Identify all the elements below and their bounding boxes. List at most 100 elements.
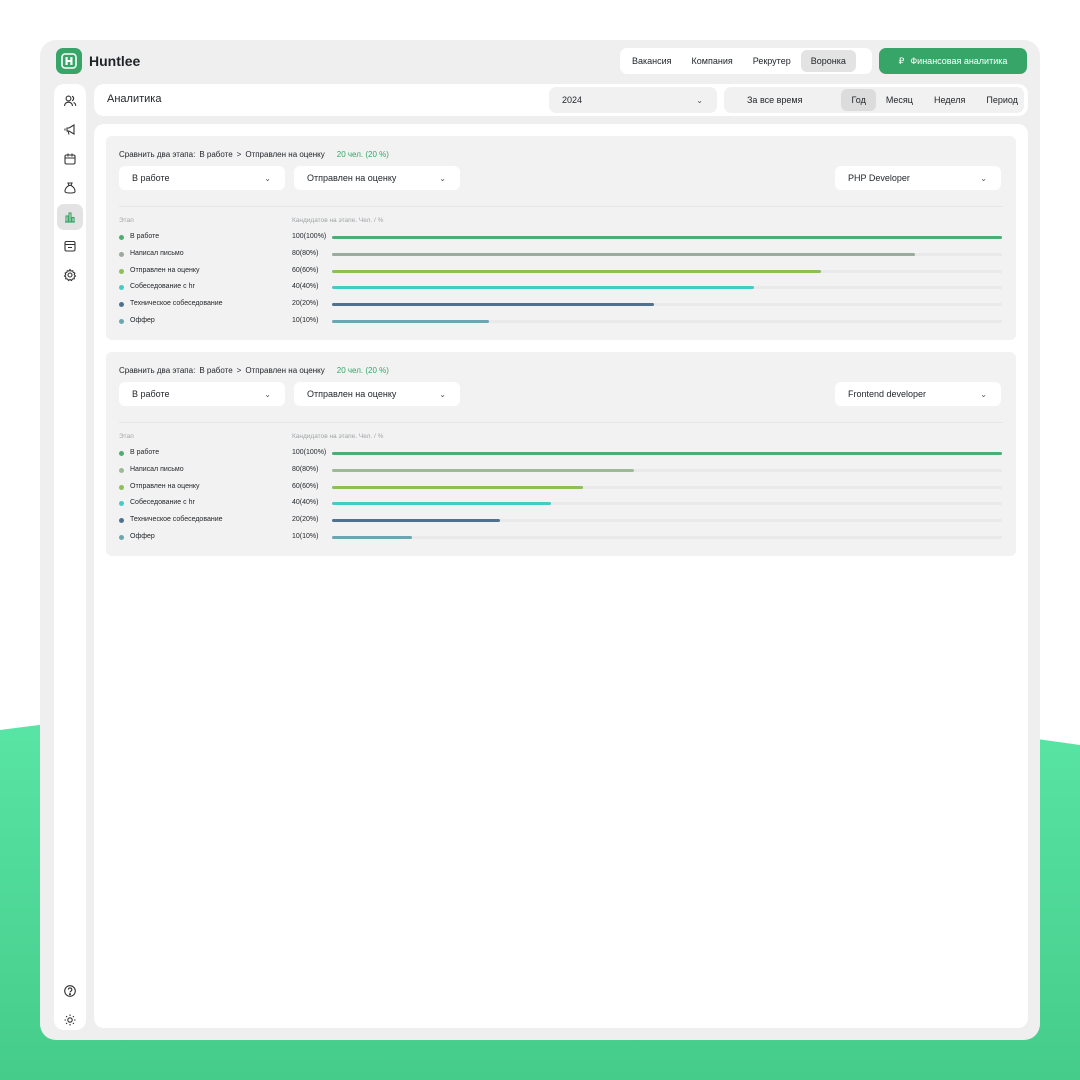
stage-bar-fill — [332, 269, 822, 273]
logo-mark-icon — [56, 48, 82, 74]
period-month[interactable]: Месяц — [876, 89, 923, 111]
year-select[interactable]: 2024 ⌄ — [549, 87, 717, 113]
column-header-count: Кандидатов на этапе. Чел. / % — [292, 433, 384, 440]
app-window: Huntlee Вакансия Компания Рекрутер Ворон… — [40, 40, 1040, 1040]
stage-value: 10(10%) — [292, 533, 319, 540]
nav-funnel[interactable]: Воронка — [800, 50, 856, 72]
stage-dot — [119, 451, 124, 456]
stage-dot — [119, 268, 124, 274]
stage-bar-fill — [332, 502, 552, 506]
logo[interactable]: Huntlee — [56, 48, 140, 74]
compare-label: Сравнить два этапа: — [119, 366, 196, 375]
help-icon[interactable] — [57, 978, 83, 1004]
stage-dot — [119, 302, 124, 308]
sun-icon[interactable] — [57, 1007, 83, 1033]
stage-value: 60(60%) — [292, 266, 319, 274]
stage-bar-track — [332, 303, 1002, 307]
stage-bar-fill — [332, 236, 1002, 239]
stage-dot — [119, 535, 124, 540]
stage-bar-track — [332, 236, 1002, 239]
stage-bar-track — [332, 269, 1002, 273]
stage-bar-track — [332, 252, 1002, 256]
stage-value: 60(60%) — [292, 482, 319, 490]
funnel-card: Сравнить два этапа: В работе > Отправлен на… — [106, 352, 1016, 556]
stage-to-value: Отправлен на оценку — [307, 389, 397, 399]
column-header-count: Кандидатов на этапе. Чел. / % — [292, 217, 384, 224]
compare-label: Сравнить два этапа: — [119, 150, 196, 159]
stage-row: Оффер 10(10%) — [106, 316, 1016, 328]
nav-vacancy[interactable]: Вакансия — [622, 50, 682, 72]
column-header-stage: Этап — [119, 433, 134, 440]
period-switch: За все время Год Месяц Неделя Период — [724, 87, 1024, 113]
logout-icon[interactable] — [57, 1036, 83, 1040]
stage-row: Собеседование с hr 40(40%) — [106, 282, 1016, 294]
stage-label: Оффер — [130, 317, 155, 324]
sidebar — [54, 84, 86, 1030]
stage-from-select[interactable]: В работе ⌄ — [119, 166, 285, 190]
brand-name: Huntlee — [89, 53, 141, 69]
nav-company[interactable]: Компания — [682, 50, 743, 72]
stage-value: 40(40%) — [292, 499, 319, 507]
stage-bar-fill — [332, 536, 413, 539]
stage-bar-track — [332, 485, 1002, 489]
stage-from-select[interactable]: В работе ⌄ — [119, 382, 285, 406]
divider — [119, 206, 1003, 207]
stage-dot — [119, 518, 124, 524]
bar-chart-icon[interactable] — [57, 204, 83, 230]
calendar-box-icon[interactable] — [57, 233, 83, 259]
chevron-down-icon: ⌄ — [264, 389, 271, 399]
calendar-icon[interactable] — [57, 146, 83, 172]
chevron-down-icon: ⌄ — [439, 173, 446, 183]
stage-dot — [119, 235, 124, 240]
period-week[interactable]: Неделя — [923, 89, 976, 111]
vacancy-select[interactable]: PHP Developer ⌄ — [835, 166, 1001, 190]
stage-dot — [119, 501, 124, 507]
stage-to-value: Отправлен на оценку — [307, 173, 397, 183]
stage-value: 100(100%) — [292, 233, 327, 240]
stage-label: Собеседование с hr — [130, 499, 195, 507]
compare-to: Отправлен на оценку — [245, 150, 325, 159]
compare-result: 20 чел. (20 %) — [336, 150, 389, 159]
megaphone-icon[interactable] — [57, 117, 83, 143]
stage-label: В работе — [130, 233, 160, 240]
stage-row: Отправлен на оценку 60(60%) — [106, 266, 1016, 278]
finance-analytics-button[interactable]: ₽ Финансовая аналитика — [879, 48, 1027, 74]
stage-bar-fill — [332, 303, 654, 307]
money-bag-icon[interactable] — [57, 175, 83, 201]
stage-bar-track — [332, 286, 1002, 290]
nav-recruiter[interactable]: Рекрутер — [743, 50, 801, 72]
stage-row: В работе 100(100%) — [106, 232, 1016, 244]
stage-label: Техническое собеседование — [130, 300, 223, 308]
chevron-down-icon: ⌄ — [980, 173, 987, 183]
stage-bar-fill — [332, 485, 584, 489]
chevron-down-icon: ⌄ — [264, 173, 271, 183]
stage-bar-fill — [332, 320, 490, 323]
period-custom[interactable]: Период — [976, 89, 1028, 111]
stage-value: 10(10%) — [292, 317, 319, 324]
compare-line: Сравнить два этапа: В работе > Отправлен на… — [119, 150, 389, 159]
stage-label: Собеседование с hr — [130, 283, 195, 291]
users-icon[interactable] — [57, 88, 83, 114]
stage-bar-track — [332, 519, 1002, 523]
stage-value: 20(20%) — [292, 516, 319, 524]
stage-bar-track — [332, 536, 1002, 539]
stage-value: 40(40%) — [292, 283, 319, 291]
stage-bar-fill — [332, 468, 634, 472]
period-all-time[interactable]: За все время — [724, 89, 814, 111]
divider — [119, 422, 1003, 423]
top-nav: Вакансия Компания Рекрутер Воронка — [620, 48, 872, 74]
settings-icon[interactable] — [57, 262, 83, 288]
stage-label: Техническое собеседование — [130, 516, 223, 524]
period-year[interactable]: Год — [841, 89, 876, 111]
stage-dot — [119, 285, 124, 291]
vacancy-select[interactable]: Frontend developer ⌄ — [835, 382, 1001, 406]
stage-to-select[interactable]: Отправлен на оценку ⌄ — [294, 382, 460, 406]
stage-label: Отправлен на оценку — [130, 482, 200, 490]
stage-label: В работе — [130, 449, 160, 456]
funnel-card: Сравнить два этапа: В работе > Отправлен на… — [106, 136, 1016, 340]
content-area: Сравнить два этапа: В работе > Отправлен на… — [94, 124, 1028, 1028]
stage-row: Отправлен на оценку 60(60%) — [106, 482, 1016, 494]
column-header-stage: Этап — [119, 217, 134, 224]
stage-to-select[interactable]: Отправлен на оценку ⌄ — [294, 166, 460, 190]
stage-bar-fill — [332, 452, 1002, 455]
